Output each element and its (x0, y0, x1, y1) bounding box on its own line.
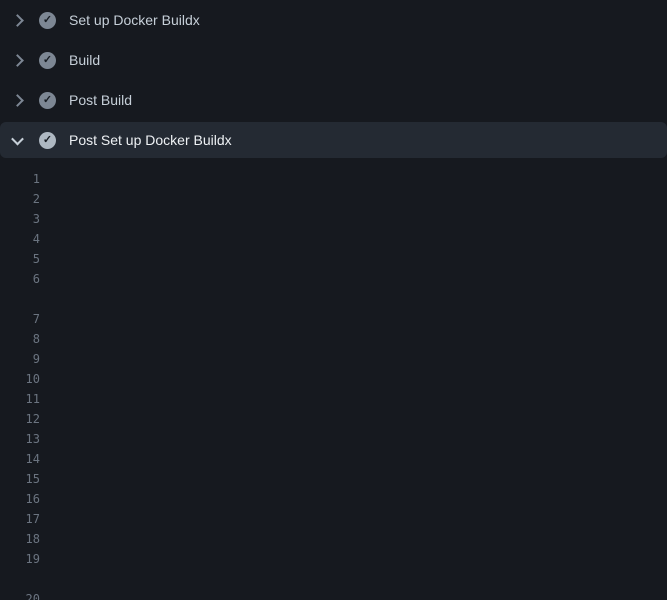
log-line: 1 Post job cleanup. (0, 169, 667, 189)
line-number[interactable]: 20 (0, 589, 40, 600)
log-line: 10 time="2021-04-23T18:02:37Z" level=inf… (0, 369, 667, 389)
log-line: application/vnd.oci.image.index.v1+json,… (0, 569, 667, 589)
log-viewer: 1 Post job cleanup. 2 ▼BuildKit containe… (0, 160, 667, 600)
line-number[interactable]: 10 (0, 369, 40, 389)
log-line: 16 time="2021-04-23T18:02:38Z" level=deb… (0, 489, 667, 509)
line-number[interactable]: 5 (0, 249, 40, 269)
log-line: linux/riscv64 linux/ppc64le linux/s390x … (0, 289, 667, 309)
check-circle-icon: ✓ (39, 12, 56, 29)
workflow-log-panel: ✓ Set up Docker Buildx ✓ Build ✓ Post Bu… (0, 0, 667, 600)
line-number[interactable]: 15 (0, 469, 40, 489)
line-number[interactable]: 4 (0, 229, 40, 249)
line-number[interactable]: 8 (0, 329, 40, 349)
checkmark-glyph: ✓ (43, 15, 52, 26)
chevron-right-icon[interactable] (11, 54, 24, 67)
checkmark-glyph: ✓ (43, 55, 52, 66)
log-line: 5 time="2021-04-23T18:02:37Z" level=warn… (0, 249, 667, 269)
line-number[interactable]: 14 (0, 449, 40, 469)
line-number[interactable]: 16 (0, 489, 40, 509)
log-line: 2 ▼BuildKit container logs (0, 189, 667, 209)
line-number[interactable]: 6 (0, 269, 40, 289)
check-circle-icon: ✓ (39, 92, 56, 109)
steps-list: ✓ Set up Docker Buildx ✓ Build ✓ Post Bu… (0, 0, 667, 158)
chevron-down-icon[interactable] (11, 132, 24, 145)
step-label: Set up Docker Buildx (69, 12, 200, 28)
step-label: Post Build (69, 92, 132, 108)
log-line: 9 time="2021-04-23T18:02:37Z" level=warn… (0, 349, 667, 369)
step-row[interactable]: ✓ Post Build (0, 80, 667, 120)
line-number[interactable]: 1 (0, 169, 40, 189)
step-label: Build (69, 52, 100, 68)
log-line: 20 time="2021-04-23T18:02:38Z" level=deb… (0, 589, 667, 600)
log-line: 19 time="2021-04-23T18:02:38Z" level=deb… (0, 549, 667, 569)
log-line: 7 time="2021-04-23T18:02:37Z" level=warn… (0, 309, 667, 329)
line-number[interactable]: 9 (0, 349, 40, 369)
checkmark-glyph: ✓ (43, 95, 52, 106)
step-label: Post Set up Docker Buildx (69, 132, 232, 148)
line-number[interactable]: 3 (0, 209, 40, 229)
step-row[interactable]: ✓ Set up Docker Buildx (0, 0, 667, 40)
line-number[interactable]: 17 (0, 509, 40, 529)
line-number[interactable]: 13 (0, 429, 40, 449)
log-line: 14 time="2021-04-23T18:02:38Z" level=deb… (0, 449, 667, 469)
line-number[interactable]: 2 (0, 189, 40, 209)
log-line: 13 time="2021-04-23T18:02:38Z" level=deb… (0, 429, 667, 449)
chevron-right-icon[interactable] (11, 14, 24, 27)
line-number[interactable]: 19 (0, 549, 40, 569)
line-number[interactable]: 11 (0, 389, 40, 409)
log-line: 11 time="2021-04-23T18:02:38Z" level=deb… (0, 389, 667, 409)
log-line: 12 time="2021-04-23T18:02:38Z" level=deb… (0, 409, 667, 429)
step-row[interactable]: ✓ Post Set up Docker Buildx (0, 122, 667, 158)
step-row[interactable]: ✓ Build (0, 40, 667, 80)
line-number[interactable]: 12 (0, 409, 40, 429)
log-line: 17 time="2021-04-23T18:02:38Z" level=deb… (0, 509, 667, 529)
line-number[interactable]: 18 (0, 529, 40, 549)
log-line: 18 time="2021-04-23T18:02:38Z" level=deb… (0, 529, 667, 549)
check-circle-icon: ✓ (39, 52, 56, 69)
log-line: 15 time="2021-04-23T18:02:38Z" level=deb… (0, 469, 667, 489)
log-line: 6 time="2021-04-23T18:02:37Z" level=info… (0, 269, 667, 289)
log-line: 8 time="2021-04-23T18:02:37Z" level=info… (0, 329, 667, 349)
chevron-right-icon[interactable] (11, 94, 24, 107)
check-circle-icon: ✓ (39, 132, 56, 149)
log-line: 3 /usr/bin/docker logs buildx_buildkit_b… (0, 209, 667, 229)
log-line: 4 time="2021-04-23T18:02:37Z" level=info… (0, 229, 667, 249)
line-number[interactable]: 7 (0, 309, 40, 329)
checkmark-glyph: ✓ (43, 135, 52, 146)
